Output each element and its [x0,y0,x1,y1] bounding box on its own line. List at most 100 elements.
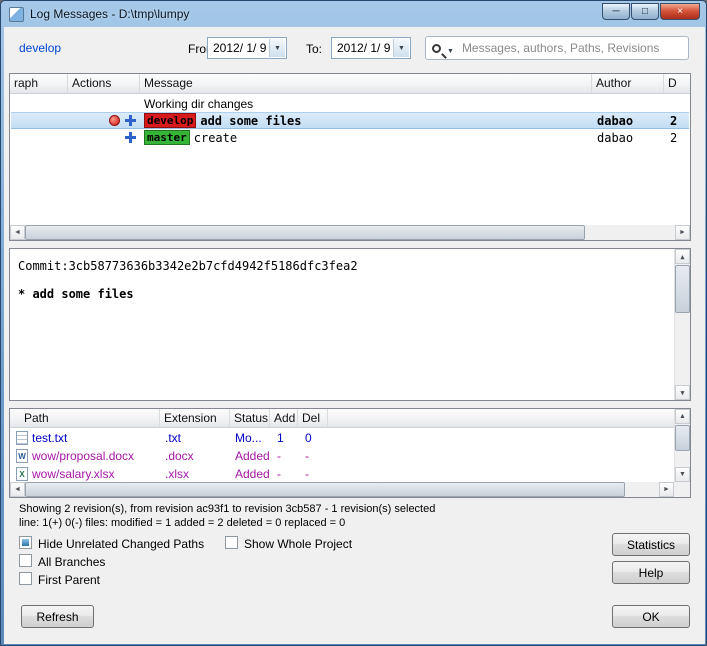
excel-file-icon: X [16,467,28,481]
branch-badge-master: master [144,130,190,145]
show-whole-project-checkbox[interactable] [225,536,238,549]
log-row-working-dir[interactable]: Working dir changes [11,95,689,112]
commit-message-line: * add some files [18,287,134,301]
added-action-icon [125,132,136,143]
refresh-button[interactable]: Refresh [21,605,94,628]
log-author: dabao [597,113,634,128]
hide-unrelated-checkbox[interactable] [19,536,32,549]
to-date-combo[interactable]: 2012/ 1/ 9 ▼ [331,37,411,59]
log-author: dabao [597,130,634,145]
search-input[interactable] [461,41,682,55]
maximize-icon: □ [641,6,649,17]
first-parent-checkbox[interactable] [19,572,32,585]
log-messages-window: Log Messages - D:\tmp\lumpy ─ □ × develo… [0,0,707,646]
files-vscrollbar-thumb[interactable] [675,425,690,451]
log-message: add some files [200,113,302,128]
minimize-button[interactable]: ─ [602,3,630,20]
commit-scrollbar-thumb[interactable] [675,265,690,313]
file-del-count: - [305,449,309,463]
file-add-count: - [277,467,281,481]
commit-message-panel[interactable]: Commit:3cb58773636b3342e2b7cfd4942f5186d… [9,248,691,401]
window-controls: ─ □ × [602,3,700,20]
column-header-date[interactable]: D [664,74,690,93]
scrollbar-corner [674,482,690,497]
checkbox-checked-fill [22,539,29,546]
to-date-dropdown-icon[interactable]: ▼ [393,39,409,57]
text-file-icon [16,431,28,445]
scroll-right-icon[interactable]: ► [659,482,674,497]
column-header-author[interactable]: Author [592,74,664,93]
statistics-button[interactable]: Statistics [612,533,690,556]
scroll-up-icon[interactable]: ▲ [675,249,690,264]
scroll-left-icon[interactable]: ◄ [10,482,25,497]
status-revisions-line: Showing 2 revision(s), from revision ac9… [19,503,436,515]
from-date-dropdown-icon[interactable]: ▼ [269,39,285,57]
close-button[interactable]: × [660,3,700,20]
scroll-down-icon[interactable]: ▼ [675,467,690,482]
file-row-proposal-docx[interactable]: W wow/proposal.docx .docx Added - - [11,447,673,465]
column-header-del[interactable]: Del [298,409,328,427]
file-path: wow/salary.xlsx [32,467,115,481]
window-title: Log Messages - D:\tmp\lumpy [30,7,190,21]
file-del-count: - [305,467,309,481]
column-header-add[interactable]: Add [270,409,298,427]
branch-badge-develop: develop [144,113,197,128]
current-branch-link[interactable]: develop [19,41,61,55]
file-add-count: - [277,449,281,463]
file-path: wow/proposal.docx [32,449,135,463]
log-message: create [193,130,238,145]
log-row-develop[interactable]: develop add some files dabao 2 [11,112,689,129]
from-date-value: 2012/ 1/ 9 [213,41,267,55]
help-button[interactable]: Help [612,561,690,584]
commit-hash-line: Commit:3cb58773636b3342e2b7cfd4942f5186d… [18,259,358,273]
log-list-header: raph Actions Message Author D [10,74,690,94]
hide-unrelated-label[interactable]: Hide Unrelated Changed Paths [38,537,204,551]
word-file-icon: W [16,449,28,463]
scroll-down-icon[interactable]: ▼ [675,385,690,400]
log-row-master[interactable]: master create dabao 2 [11,129,689,146]
maximize-button[interactable]: □ [631,3,659,20]
title-bar[interactable]: Log Messages - D:\tmp\lumpy ─ □ × [1,1,706,27]
search-box[interactable]: ▼ [425,36,689,60]
scroll-up-icon[interactable]: ▲ [675,409,690,424]
show-whole-project-label[interactable]: Show Whole Project [244,537,352,551]
column-header-actions[interactable]: Actions [68,74,140,93]
from-date-combo[interactable]: 2012/ 1/ 9 ▼ [207,37,287,59]
log-message: Working dir changes [144,96,254,111]
log-scrollbar-thumb[interactable] [25,225,585,240]
files-hscrollbar-thumb[interactable] [25,482,625,497]
column-header-status[interactable]: Status [230,409,270,427]
to-label: To: [306,42,323,56]
modified-action-icon [109,115,120,126]
files-vertical-scrollbar[interactable]: ▲ ▼ [674,409,690,482]
column-header-extension[interactable]: Extension [160,409,230,427]
file-add-count: 1 [277,431,284,445]
first-parent-label[interactable]: First Parent [38,573,100,587]
log-actions [69,129,139,146]
file-del-count: 0 [305,431,312,445]
file-row-salary-xlsx[interactable]: X wow/salary.xlsx .xlsx Added - - [11,465,673,483]
column-header-graph[interactable]: raph [10,74,68,93]
column-header-message[interactable]: Message [140,74,592,93]
file-list-header: Path Extension Status Add Del [10,409,674,428]
log-list-panel: raph Actions Message Author D Working di… [9,73,691,241]
search-dropdown-icon[interactable]: ▼ [447,48,454,55]
log-horizontal-scrollbar[interactable]: ◄ ► [10,225,690,240]
all-branches-checkbox[interactable] [19,554,32,567]
column-header-path[interactable]: Path [10,409,160,427]
commit-vertical-scrollbar[interactable]: ▲ ▼ [674,249,690,400]
close-icon: × [677,6,683,17]
file-extension: .docx [165,449,194,463]
log-date: 2 [670,113,678,128]
file-row-test-txt[interactable]: test.txt .txt Mo... 1 0 [11,429,673,447]
changed-files-panel: Path Extension Status Add Del test.txt .… [9,408,691,498]
files-horizontal-scrollbar[interactable]: ◄ ► [10,482,674,497]
scroll-left-icon[interactable]: ◄ [10,225,25,240]
minimize-icon: ─ [612,6,620,17]
all-branches-label[interactable]: All Branches [38,555,105,569]
search-icon[interactable] [432,43,441,53]
ok-button[interactable]: OK [612,605,690,628]
file-extension: .xlsx [165,467,189,481]
scroll-right-icon[interactable]: ► [675,225,690,240]
file-extension: .txt [165,431,182,445]
